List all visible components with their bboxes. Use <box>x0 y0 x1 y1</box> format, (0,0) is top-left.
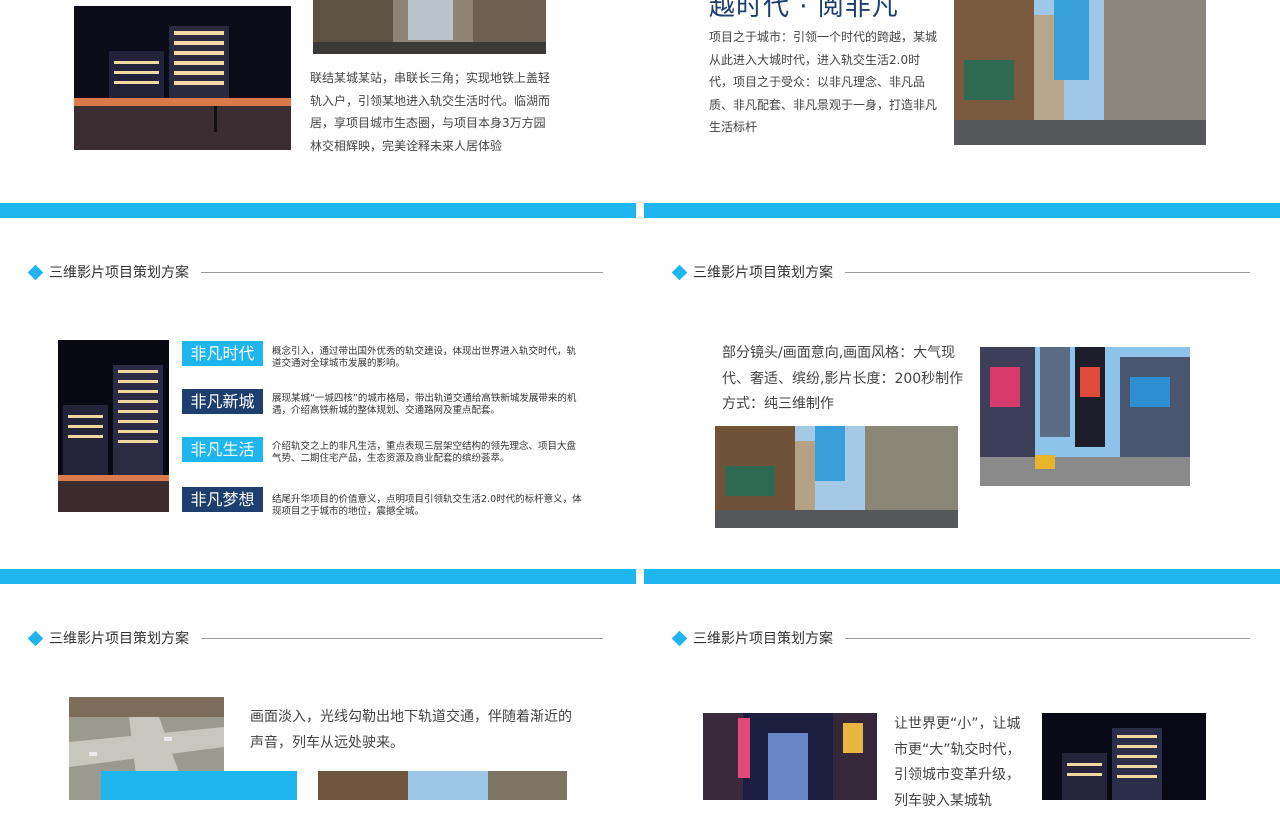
neon-street-photo <box>703 713 877 800</box>
night-tower-photo <box>58 340 169 512</box>
divider-bar-left-1 <box>0 203 636 218</box>
slide5-header: 三维影片项目策划方案 <box>27 628 603 648</box>
slide4-header: 三维影片项目策划方案 <box>671 262 1250 282</box>
slide4-header-text: 三维影片项目策划方案 <box>693 265 833 281</box>
slide3-header-text: 三维影片项目策划方案 <box>49 265 189 281</box>
divider-bar-right-2 <box>644 569 1280 584</box>
slide6-paragraph: 让世界更“小”，让城市更“大”轨交时代，引领城市变革升级，列车驶入某城轨 <box>894 716 1021 809</box>
slide6-header: 三维影片项目策划方案 <box>671 628 1250 648</box>
street-photo <box>313 0 546 54</box>
tag-item-4: 非凡梦想 <box>182 487 263 512</box>
header-rule <box>201 271 603 273</box>
desc-item-4: 结尾升华项目的价值意义，点明项目引领轨交生活2.0时代的标杆意义，体现项目之于城… <box>272 494 582 517</box>
night-building-photo <box>74 6 291 150</box>
slide5-header-text: 三维影片项目策划方案 <box>49 631 189 647</box>
street-perspective-photo <box>715 426 958 528</box>
header-rule <box>201 637 603 639</box>
tag-item-1: 非凡时代 <box>182 341 263 366</box>
diamond-icon <box>671 630 688 646</box>
tag-item-2: 非凡新城 <box>182 389 263 414</box>
old-street-photo <box>318 771 567 800</box>
divider-bar-left-2 <box>0 569 636 584</box>
slide1-paragraph: 联结某城某站，串联长三角；实现地铁上盖轻轨入户，引领某地进入轨交生活时代。临湖而… <box>310 71 551 153</box>
city-street-photo <box>954 0 1206 145</box>
diamond-icon <box>27 630 44 646</box>
desc-item-1: 概念引入，通过带出国外优秀的轨交建设，体现出世界进入轨交时代，轨道交通对全球城市… <box>272 346 577 369</box>
header-rule <box>845 637 1250 639</box>
slide4-paragraph: 部分镜头/画面意向,画面风格：大气现代、奢适、缤纷,影片长度：200秒制作方式：… <box>722 345 964 412</box>
night-tower-photo-2 <box>1042 713 1206 800</box>
header-rule <box>845 271 1250 273</box>
slide2-title: 越时代 · 阅非凡 <box>709 0 899 22</box>
desc-item-3: 介绍轨交之上的非凡生活，重点表现三层架空结构的领先理念、项目大盘气势、二期住宅产… <box>272 441 577 464</box>
diamond-icon <box>27 264 44 280</box>
divider-bar-right-1 <box>644 203 1280 218</box>
tag-item-3: 非凡生活 <box>182 437 263 462</box>
slide5-paragraph: 画面淡入，光线勾勒出地下轨道交通，伴随着渐近的声音，列车从远处驶来。 <box>250 709 572 751</box>
accent-block <box>101 771 297 800</box>
slide3-header: 三维影片项目策划方案 <box>27 262 603 282</box>
diamond-icon <box>671 264 688 280</box>
slide6-header-text: 三维影片项目策划方案 <box>693 631 833 647</box>
slide2-paragraph: 项目之于城市：引领一个时代的跨越，某城从此进入大城时代，进入轨交生活2.0时代，… <box>709 30 938 134</box>
desc-item-2: 展现某城“一城四核”的城市格局，带出轨道交通给高铁新城发展带来的机遇，介绍高铁新… <box>272 393 577 416</box>
times-square-photo <box>980 347 1190 486</box>
